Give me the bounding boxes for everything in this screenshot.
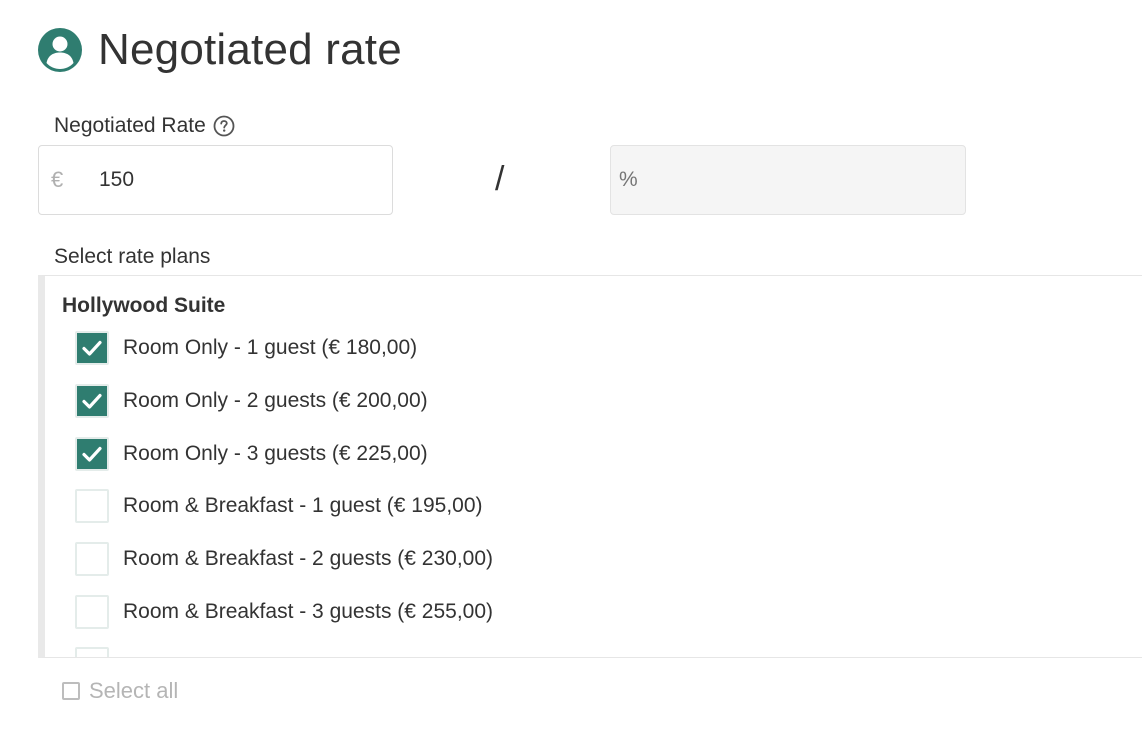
room-group-title: Hollywood Suite — [62, 294, 226, 317]
amount-input[interactable] — [91, 167, 361, 193]
select-all-box[interactable] — [62, 682, 80, 700]
user-circle-icon — [38, 28, 82, 72]
checkmark-icon — [82, 446, 102, 462]
rate-plan-checkbox[interactable] — [75, 595, 109, 629]
rate-plan-label: Room & Breakfast - 2 guests (€ 230,00) — [123, 547, 494, 570]
percent-input[interactable] — [611, 167, 941, 193]
rate-plan-checkbox[interactable] — [75, 384, 109, 418]
rate-plan-label: Room Only - 3 guests (€ 225,00) — [123, 442, 428, 465]
select-all-label: Select all — [89, 678, 179, 703]
page-header: Negotiated rate — [38, 22, 402, 78]
select-all-checkbox[interactable]: Select all — [62, 678, 178, 704]
rate-plan-checkbox[interactable] — [75, 331, 109, 365]
negotiated-rate-label: Negotiated Rate — [54, 114, 235, 138]
rate-plan-checkbox[interactable] — [75, 542, 109, 576]
rate-separator: / — [495, 160, 505, 198]
checkmark-icon — [82, 393, 102, 409]
rate-plan-item[interactable]: Room Only - 3 guests (€ 225,00) — [75, 436, 428, 472]
select-rate-plans-label: Select rate plans — [54, 245, 211, 268]
rate-plan-label: Room Only - 1 guest (€ 180,00) — [123, 336, 418, 359]
rate-plan-label: Room Only - 2 guests (€ 200,00) — [123, 389, 428, 412]
rate-plan-item[interactable]: Room & Breakfast - 1 guest (€ 195,00) — [75, 488, 483, 524]
negotiated-rate-label-text: Negotiated Rate — [54, 114, 206, 137]
rate-plan-label: Room & Breakfast - 1 guest (€ 195,00) — [123, 494, 483, 517]
rate-plan-item[interactable]: Room & Breakfast - 3 guests (€ 255,00) — [75, 594, 493, 630]
negotiated-rate-amount-field[interactable]: € — [38, 145, 393, 215]
rate-plan-item[interactable]: Room Only - 1 guest (€ 180,00) — [75, 330, 417, 366]
rate-plan-label: Room & Breakfast - 3 guests (€ 255,00) — [123, 600, 494, 623]
question-circle-icon[interactable] — [213, 115, 235, 137]
page-title: Negotiated rate — [98, 25, 402, 74]
rate-plan-checkbox[interactable] — [75, 647, 109, 657]
rate-plan-checkbox[interactable] — [75, 489, 109, 523]
rate-plan-item-partial[interactable] — [75, 646, 109, 657]
negotiated-rate-page: Negotiated rate Negotiated Rate € / Sele… — [0, 0, 1142, 754]
checkmark-icon — [82, 340, 102, 356]
rate-plan-item[interactable]: Room Only - 2 guests (€ 200,00) — [75, 383, 428, 419]
rate-plans-list[interactable]: Hollywood Suite Room Only - 1 guest (€ 1… — [38, 275, 1142, 658]
rate-plan-checkbox[interactable] — [75, 437, 109, 471]
negotiated-rate-percent-field[interactable] — [610, 145, 966, 215]
rate-plan-item[interactable]: Room & Breakfast - 2 guests (€ 230,00) — [75, 541, 493, 577]
euro-currency-symbol: € — [51, 167, 64, 192]
